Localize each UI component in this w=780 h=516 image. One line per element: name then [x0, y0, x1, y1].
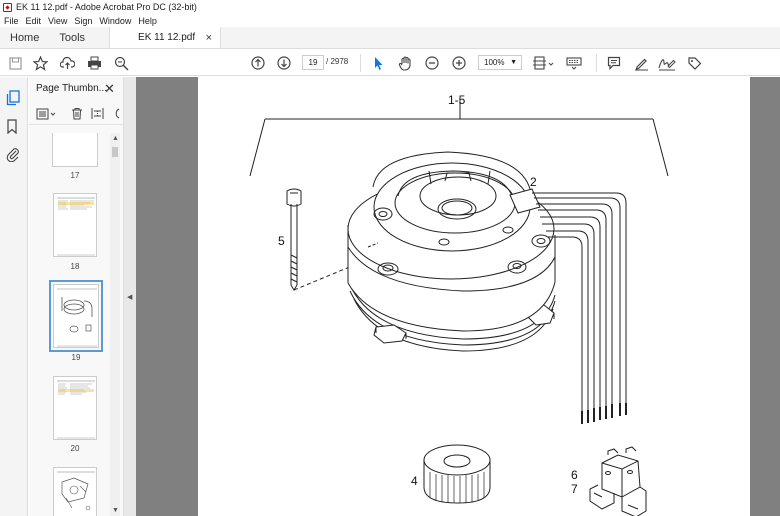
zoom-in-icon[interactable]: [451, 55, 467, 71]
collapse-panel-icon[interactable]: ◀: [127, 293, 132, 301]
highlight-pen-icon[interactable]: [633, 55, 649, 71]
page-thumbnail[interactable]: [53, 193, 97, 257]
page-thumbnail-label: 20: [70, 444, 80, 453]
prev-page-icon[interactable]: [250, 55, 266, 71]
left-tool-rail: [0, 77, 28, 516]
print-icon[interactable]: [86, 55, 102, 71]
bookmark-star-icon[interactable]: [32, 55, 48, 71]
scrollbar-thumb[interactable]: [112, 147, 118, 157]
callout-label: 5: [278, 234, 285, 248]
search-zoom-icon[interactable]: [113, 55, 129, 71]
select-arrow-icon[interactable]: [370, 55, 386, 71]
pdf-page: 1-5 2 5 4 6 7: [198, 77, 750, 516]
page-thumbnail-label: 17: [70, 171, 80, 180]
page-thumbnail[interactable]: [52, 133, 98, 167]
hand-icon[interactable]: [397, 55, 413, 71]
menu-window[interactable]: Window: [99, 16, 131, 26]
menu-edit[interactable]: Edit: [26, 16, 42, 26]
rotate-page-icon[interactable]: [113, 107, 121, 123]
menu-bar: File Edit View Sign Window Help: [0, 14, 780, 27]
page-thumbnail-selected[interactable]: [53, 284, 99, 348]
thumbnail-scrollbar[interactable]: [110, 133, 120, 516]
tab-home[interactable]: Home: [0, 27, 49, 48]
menu-help[interactable]: Help: [138, 16, 157, 26]
page-thumbnail-label: 18: [70, 262, 80, 271]
tab-document[interactable]: EK 11 12.pdf ×: [109, 27, 222, 48]
callout-label: 2: [530, 175, 537, 189]
keyboard-icon[interactable]: [566, 55, 584, 71]
save-icon[interactable]: [7, 55, 23, 71]
attachment-icon[interactable]: [6, 147, 20, 163]
chevron-down-icon: ▼: [510, 59, 517, 66]
page-number-input[interactable]: 19: [302, 55, 324, 70]
callout-label: 6: [571, 468, 578, 482]
window-title: EK 11 12.pdf - Adobe Acrobat Pro DC (32-…: [16, 2, 197, 12]
thumbnail-options-icon[interactable]: [36, 108, 58, 123]
page-thumbnail[interactable]: [53, 467, 97, 516]
tab-bar: Home Tools EK 11 12.pdf ×: [0, 27, 780, 49]
zoom-out-icon[interactable]: [424, 55, 440, 71]
next-page-icon[interactable]: [276, 55, 292, 71]
page-thumbnails-icon[interactable]: [6, 90, 20, 106]
callout-label: 4: [411, 474, 418, 488]
tab-document-label: EK 11 12.pdf: [138, 32, 196, 43]
sign-icon[interactable]: [658, 55, 676, 71]
zoom-value: 100%: [484, 58, 505, 67]
panel-toolbar: [29, 103, 124, 125]
menu-file[interactable]: File: [4, 16, 19, 26]
upload-icon[interactable]: [59, 55, 75, 71]
callout-label: 7: [571, 482, 578, 496]
share-tag-icon[interactable]: [686, 55, 702, 71]
page-thumbnail-label: 19: [71, 353, 81, 362]
toolbar-separator: [360, 54, 361, 72]
organize-pages-icon[interactable]: [91, 107, 104, 123]
toolbar: [0, 50, 780, 76]
page-total-label: / 2978: [326, 57, 349, 66]
menu-sign[interactable]: Sign: [74, 16, 92, 26]
scroll-up-icon[interactable]: ▲: [112, 135, 119, 142]
callout-label: 1-5: [448, 93, 466, 107]
acrobat-logo-icon: [3, 2, 12, 12]
title-bar: EK 11 12.pdf - Adobe Acrobat Pro DC (32-…: [0, 0, 780, 14]
tab-tools[interactable]: Tools: [49, 27, 95, 48]
panel-close-button[interactable]: ✕: [104, 81, 115, 97]
parts-drawing: [249, 100, 669, 516]
zoom-dropdown[interactable]: 100% ▼: [478, 55, 522, 70]
trash-icon[interactable]: [71, 107, 83, 123]
page-thumbnail[interactable]: [53, 376, 97, 440]
fit-page-icon[interactable]: [533, 55, 555, 71]
panel-title: Page Thumbn...: [36, 83, 107, 94]
tab-close-button[interactable]: ×: [206, 32, 212, 44]
toolbar-separator: [596, 54, 597, 72]
comment-icon[interactable]: [606, 55, 622, 71]
menu-view[interactable]: View: [48, 16, 67, 26]
panel-splitter[interactable]: ◀: [124, 77, 136, 516]
scroll-down-icon[interactable]: ▼: [112, 507, 119, 514]
bookmark-icon[interactable]: [6, 119, 20, 135]
